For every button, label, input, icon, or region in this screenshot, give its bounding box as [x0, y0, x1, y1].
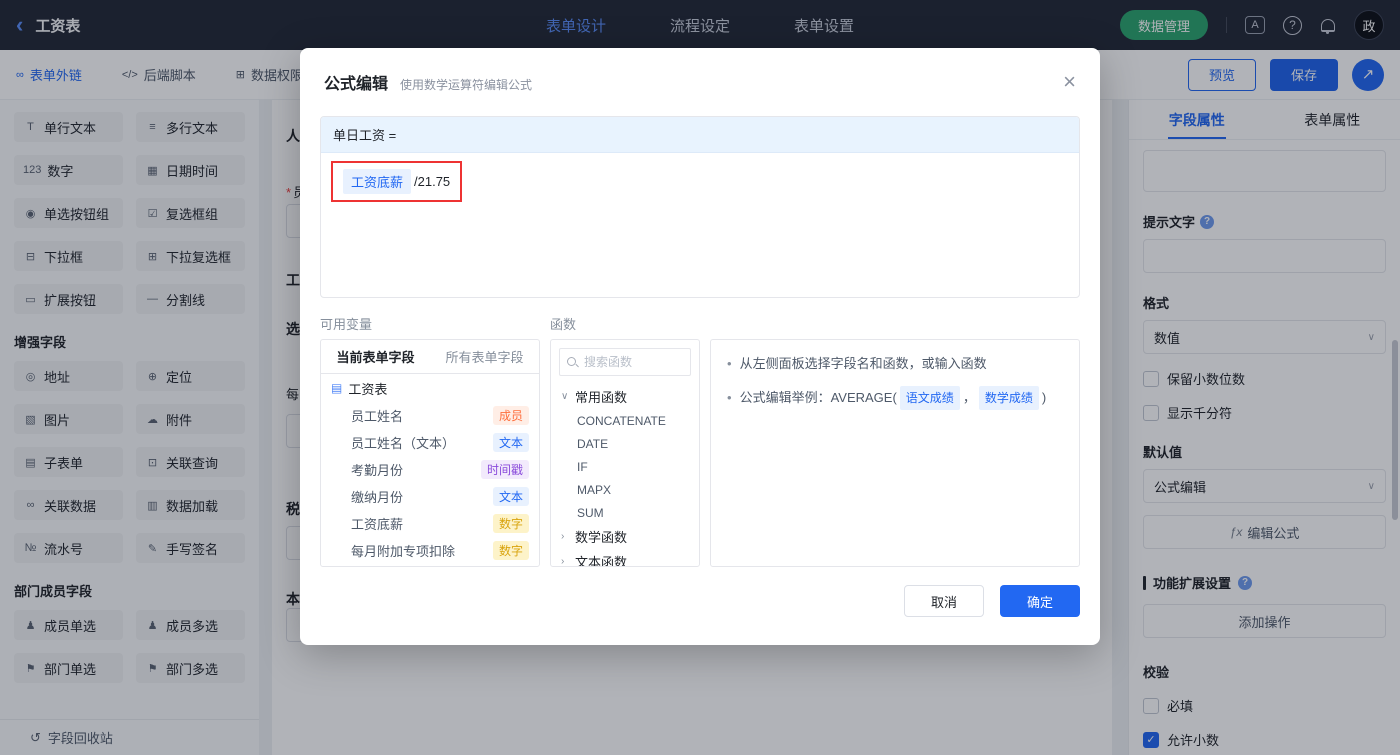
- function-group-label: 常用函数: [575, 390, 628, 405]
- formula-editor: 单日工资 = 工资底薪 /21.75: [320, 116, 1080, 298]
- tip-example-suffix: ): [1041, 390, 1047, 405]
- tab-all-form-fields[interactable]: 所有表单字段: [430, 340, 539, 373]
- variables-tabs: 当前表单字段 所有表单字段: [321, 340, 539, 374]
- variable-item[interactable]: 员工姓名（文本） 文本: [321, 429, 539, 456]
- tips-panel: 从左侧面板选择字段名和函数，或输入函数 公式编辑举例：AVERAGE( 语文成绩…: [710, 339, 1080, 567]
- chevron-down-icon: ∨: [561, 391, 569, 402]
- formula-content[interactable]: 工资底薪 /21.75: [321, 153, 1079, 210]
- form-name: 工资表: [348, 381, 388, 397]
- function-item[interactable]: CONCATENATE: [551, 409, 699, 432]
- variable-name: 员工姓名（文本）: [351, 436, 456, 451]
- modal-panels: 当前表单字段 所有表单字段 ▤ 工资表 员工姓名 成员 员工姓名（文本） 文本 …: [320, 339, 1080, 567]
- type-badge: 时间戳: [480, 460, 529, 479]
- example-chip-chinese-score: 语文成绩: [899, 386, 960, 410]
- function-item[interactable]: SUM: [551, 501, 699, 524]
- dialog-title: 公式编辑: [324, 76, 389, 93]
- variable-item[interactable]: 员工姓名 成员: [321, 402, 539, 429]
- function-group-common[interactable]: ∨ 常用函数: [551, 384, 699, 409]
- variable-name: 员工姓名: [351, 409, 404, 424]
- function-item[interactable]: IF: [551, 455, 699, 478]
- formula-highlight: 工资底薪 /21.75: [331, 161, 463, 202]
- tip-line-2: 公式编辑举例：AVERAGE( 语文成绩 ， 数学成绩 ): [727, 386, 1063, 410]
- field-chip[interactable]: 工资底薪: [343, 169, 412, 194]
- function-group-math[interactable]: › 数学函数: [551, 524, 699, 549]
- formula-expression[interactable]: /21.75: [414, 174, 450, 189]
- tip-text: 从左侧面板选择字段名和函数，或输入函数: [739, 356, 987, 371]
- dialog-header: 公式编辑 使用数学运算符编辑公式 ×: [300, 48, 1100, 110]
- variables-panel: 当前表单字段 所有表单字段 ▤ 工资表 员工姓名 成员 员工姓名（文本） 文本 …: [320, 339, 540, 567]
- tip-example-prefix: 公式编辑举例：AVERAGE(: [739, 390, 897, 405]
- formula-target-row: 单日工资 =: [321, 117, 1079, 153]
- variable-item[interactable]: 考勤月份 时间戳: [321, 456, 539, 483]
- dialog-footer: 取消 确定: [300, 567, 1100, 635]
- search-icon: [566, 356, 579, 369]
- tab-current-form-fields[interactable]: 当前表单字段: [321, 340, 430, 373]
- example-chip-math-score: 数学成绩: [978, 386, 1039, 410]
- chevron-right-icon: ›: [561, 556, 565, 567]
- function-search: [559, 348, 691, 376]
- chevron-right-icon: ›: [561, 531, 565, 542]
- functions-panel: ∨ 常用函数 CONCATENATE DATE IF MAPX SUM › 数学…: [550, 339, 700, 567]
- available-variables-label: 可用变量: [320, 317, 373, 332]
- variable-item[interactable]: 工资底薪 数字: [321, 510, 539, 537]
- variable-item[interactable]: 缴纳月份 文本: [321, 483, 539, 510]
- variable-name: 缴纳月份: [351, 490, 404, 505]
- variable-name: 工资底薪: [351, 517, 404, 532]
- confirm-button[interactable]: 确定: [1000, 585, 1080, 617]
- dialog-subtitle: 使用数学运算符编辑公式: [400, 78, 533, 92]
- function-group-label: 文本函数: [575, 555, 628, 567]
- tip-separator: ，: [962, 390, 976, 405]
- function-item[interactable]: DATE: [551, 432, 699, 455]
- functions-label: 函数: [550, 317, 577, 332]
- document-icon: ▤: [331, 381, 343, 395]
- cancel-button[interactable]: 取消: [904, 585, 984, 617]
- type-badge: 数字: [492, 541, 529, 560]
- variable-item[interactable]: 每月附加专项扣除 数字: [321, 537, 539, 564]
- formula-edit-dialog: 公式编辑 使用数学运算符编辑公式 × 单日工资 = 工资底薪 /21.75 可用…: [300, 48, 1100, 645]
- type-badge: 文本: [492, 487, 529, 506]
- function-search-input[interactable]: [584, 355, 684, 369]
- close-icon[interactable]: ×: [1063, 71, 1076, 93]
- type-badge: 文本: [492, 433, 529, 452]
- variable-name: 每月附加专项扣除: [351, 544, 456, 559]
- function-item[interactable]: MAPX: [551, 478, 699, 501]
- function-group-text[interactable]: › 文本函数: [551, 549, 699, 567]
- type-badge: 数字: [492, 514, 529, 533]
- variable-name: 考勤月份: [351, 463, 404, 478]
- panel-labels: 可用变量 函数: [320, 314, 1080, 333]
- form-tree-root[interactable]: ▤ 工资表: [321, 374, 539, 402]
- type-badge: 成员: [492, 406, 529, 425]
- tip-line-1: 从左侧面板选择字段名和函数，或输入函数: [727, 354, 1063, 374]
- function-group-label: 数学函数: [575, 530, 628, 545]
